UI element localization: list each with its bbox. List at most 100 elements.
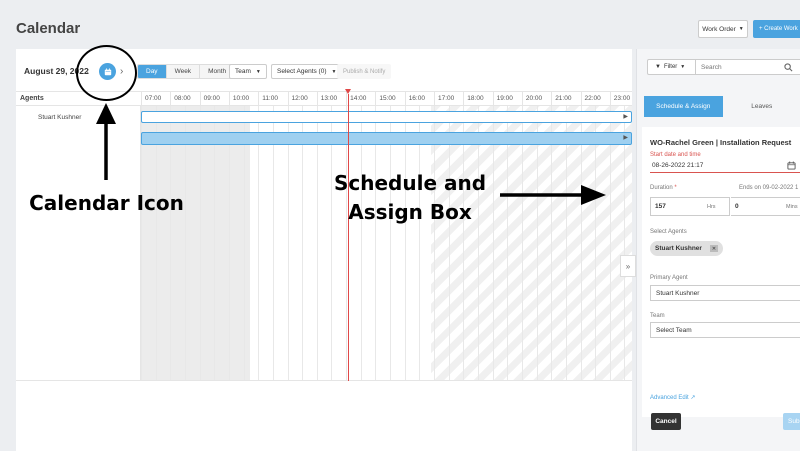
- agents-column: Stuart Kushner: [16, 106, 141, 381]
- hour-tick: [492, 92, 494, 106]
- grid-column-line: [551, 106, 553, 380]
- agent-chip-name: Stuart Kushner: [655, 245, 702, 252]
- hour-label: 21:00: [555, 95, 572, 102]
- work-order-title: WO-Rachel Green | Installation Request: [650, 138, 792, 147]
- hour-label: 15:00: [379, 95, 396, 102]
- primary-agent-select[interactable]: Stuart Kushner: [650, 285, 800, 301]
- grid-column-line: [184, 106, 186, 380]
- hour-tick: [580, 92, 582, 106]
- hour-label: 07:00: [145, 95, 162, 102]
- view-week-button[interactable]: Week: [166, 65, 201, 78]
- grid-column-line: [507, 106, 509, 380]
- grid-column-line: [521, 106, 523, 380]
- submit-button[interactable]: Submit: [783, 413, 800, 430]
- select-agents-label: Select Agents: [650, 229, 687, 235]
- collapse-panel-button[interactable]: »: [620, 255, 636, 277]
- hour-tick: [199, 92, 201, 106]
- external-link-icon: ↗: [690, 395, 696, 401]
- search-input[interactable]: [696, 60, 796, 74]
- hour-label: 09:00: [203, 95, 220, 102]
- hours-value: 157: [655, 203, 666, 210]
- agent-schedule-bar[interactable]: ▶: [141, 111, 632, 123]
- tab-schedule-assign[interactable]: Schedule & Assign: [644, 96, 723, 117]
- calendar-icon[interactable]: [787, 161, 796, 170]
- cancel-button[interactable]: Cancel: [651, 413, 681, 430]
- hour-label: 08:00: [174, 95, 191, 102]
- view-day-button[interactable]: Day: [138, 65, 167, 78]
- schedule-assign-annotation-line2: Assign Box: [348, 200, 472, 224]
- hour-tick: [551, 92, 553, 106]
- tab-leaves[interactable]: Leaves: [723, 96, 800, 117]
- hour-label: 13:00: [320, 95, 338, 102]
- mins-value: 0: [735, 203, 739, 210]
- hour-label: 19:00: [496, 95, 513, 102]
- grid-column-line: [199, 106, 201, 380]
- remove-chip-icon[interactable]: ✕: [709, 245, 718, 252]
- grid-column-line: [302, 106, 304, 380]
- hour-tick: [258, 92, 260, 106]
- chevron-down-icon: ▼: [255, 68, 261, 75]
- hour-label: 17:00: [438, 95, 455, 102]
- search-icon: [784, 63, 793, 72]
- filter-icon: ▼: [655, 64, 661, 70]
- hour-tick: [287, 92, 289, 106]
- grid-column-line: [609, 106, 611, 380]
- grid-column-line: [477, 106, 479, 380]
- grid-column-line: [419, 106, 421, 380]
- duration-mins-input[interactable]: 0 Mins: [731, 197, 800, 216]
- grid-column-line: [375, 106, 377, 380]
- chevron-down-icon: ▼: [680, 64, 686, 70]
- hour-label: 18:00: [467, 95, 484, 102]
- hour-tick: [228, 92, 230, 106]
- create-work-order-button[interactable]: + Create Work: [753, 20, 800, 38]
- work-order-dropdown[interactable]: Work Order ▼: [698, 20, 748, 38]
- grid-column-line: [448, 106, 450, 380]
- team-select-field[interactable]: Select Team: [650, 322, 800, 338]
- agents-select[interactable]: Select Agents (0) ▼: [271, 64, 343, 79]
- advanced-edit-link[interactable]: Advanced Edit ↗: [650, 394, 695, 401]
- work-order-bar[interactable]: ▶: [141, 132, 632, 145]
- grid-column-line: [155, 106, 157, 380]
- grid-column-line: [624, 106, 626, 380]
- grid-column-line: [595, 106, 597, 380]
- mins-unit: Mins: [786, 204, 798, 210]
- team-select[interactable]: Team ▼: [229, 64, 267, 79]
- expand-arrow-icon[interactable]: ▶: [623, 113, 628, 120]
- panel-tabs: Schedule & Assign Leaves: [644, 96, 800, 117]
- chevron-down-icon: ▼: [331, 68, 337, 75]
- publish-notify-button[interactable]: Publish & Notify: [337, 64, 392, 79]
- expand-arrow-icon[interactable]: ▶: [623, 134, 628, 141]
- schedule-assign-annotation-line1: Schedule and: [333, 171, 487, 195]
- start-datetime-field[interactable]: Start date and time 08-26-2022 21:17: [650, 152, 800, 173]
- chevron-down-icon: ▼: [738, 26, 744, 32]
- start-datetime-label: Start date and time: [650, 152, 701, 158]
- grid-column-line: [214, 106, 216, 380]
- calendar-icon-annotation: Calendar Icon: [29, 191, 184, 215]
- hour-label: 20:00: [525, 95, 543, 102]
- duration-label: Duration *: [650, 185, 677, 191]
- duration-hours-input[interactable]: 157 Hrs: [650, 197, 730, 216]
- schedule-grid[interactable]: ▶ ▶: [141, 106, 632, 381]
- agent-row-name[interactable]: Stuart Kushner: [38, 114, 81, 121]
- grid-column-line: [141, 106, 142, 380]
- hour-tick: [141, 92, 142, 106]
- filter-button[interactable]: ▼ Filter ▼: [648, 60, 696, 74]
- grid-column-line: [170, 106, 172, 380]
- grid-column-line: [404, 106, 406, 380]
- hour-label: 22:00: [584, 95, 601, 102]
- current-time-line: [348, 94, 349, 381]
- start-datetime-value: 08-26-2022 21:17: [652, 162, 704, 169]
- grid-column-line: [316, 106, 318, 380]
- team-label: Team: [650, 313, 665, 319]
- grid-column-line: [360, 106, 362, 380]
- annotation-circle: [76, 45, 137, 101]
- hour-tick: [521, 92, 523, 106]
- agent-chip: Stuart Kushner ✕: [650, 241, 723, 256]
- hour-tick: [404, 92, 406, 106]
- hour-label: 12:00: [291, 95, 308, 102]
- ends-on-text: Ends on 09-02-2022 1: [739, 185, 799, 191]
- hour-tick: [170, 92, 172, 106]
- grid-column-line: [434, 106, 435, 380]
- grid-column-line: [492, 106, 494, 380]
- schedule-form: WO-Rachel Green | Installation Request S…: [642, 127, 800, 430]
